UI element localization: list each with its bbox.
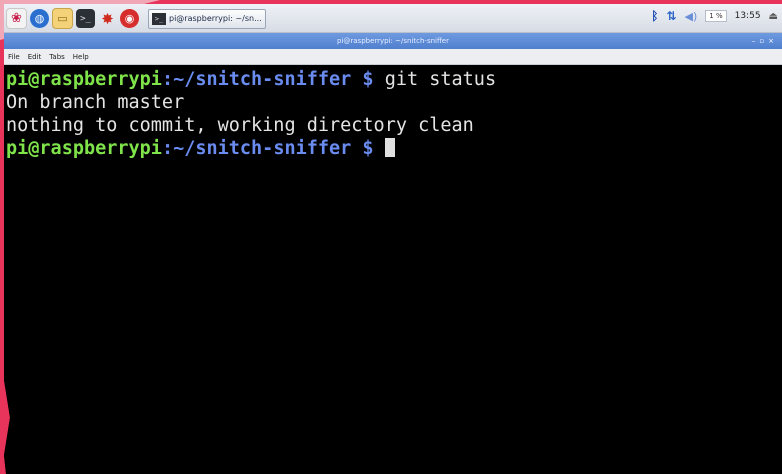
output-line: nothing to commit, working directory cle… — [6, 115, 474, 136]
clock[interactable]: 13:55 — [735, 11, 761, 21]
text-cursor — [384, 138, 395, 157]
window-title-bar[interactable]: pi@raspberrypi: ~/snitch-sniffer –▫× — [4, 33, 782, 49]
menu-edit[interactable]: Edit — [28, 53, 42, 61]
taskbar-terminal-window-button[interactable]: >_ pi@raspberrypi: ~/sn... — [148, 8, 266, 29]
prompt-user: pi@raspberrypi — [6, 69, 162, 90]
window-controls: –▫× — [752, 33, 778, 49]
prompt-path: :~/snitch-sniffer $ — [161, 138, 374, 159]
window-title: pi@raspberrypi: ~/snitch-sniffer — [337, 37, 449, 45]
file-manager-icon[interactable]: ▭ — [52, 8, 73, 29]
menu-help[interactable]: Help — [73, 53, 89, 61]
prompt-path: :~/snitch-sniffer $ — [161, 69, 374, 90]
wolfram-icon[interactable]: ◉ — [120, 9, 139, 28]
raspberry-menu-icon[interactable]: ❀ — [6, 8, 27, 29]
close-icon[interactable]: × — [768, 37, 778, 45]
terminal-output[interactable]: pi@raspberrypi:~/snitch-sniffer $ git st… — [4, 66, 782, 474]
menu-tabs[interactable]: Tabs — [49, 53, 65, 61]
mathematica-icon[interactable]: ✸ — [98, 9, 117, 28]
volume-icon[interactable]: ◀) — [685, 10, 698, 23]
web-browser-icon[interactable]: ◍ — [30, 9, 49, 28]
output-line: On branch master — [6, 92, 185, 113]
menu-file[interactable]: File — [8, 53, 20, 61]
menu-bar: File Edit Tabs Help — [4, 49, 782, 65]
cpu-monitor[interactable]: 1 % — [705, 10, 727, 22]
launcher-bar: ❀ ◍ ▭ >_ ✸ ◉ >_ pi@raspberrypi: ~/sn... — [6, 8, 266, 29]
system-tray: ᛒ ⇅ ◀) 1 % 13:55 ⏏ — [651, 9, 778, 23]
bluetooth-icon[interactable]: ᛒ — [651, 9, 658, 23]
network-icon[interactable]: ⇅ — [666, 9, 676, 23]
terminal-icon[interactable]: >_ — [76, 9, 95, 28]
terminal-icon: >_ — [152, 12, 166, 25]
command-text: git status — [373, 69, 497, 90]
screen: ❀ ◍ ▭ >_ ✸ ◉ >_ pi@raspberrypi: ~/sn... … — [4, 4, 782, 474]
taskbar: ❀ ◍ ▭ >_ ✸ ◉ >_ pi@raspberrypi: ~/sn... … — [4, 4, 782, 33]
maximize-icon[interactable]: ▫ — [759, 37, 768, 45]
task-button-label: pi@raspberrypi: ~/sn... — [169, 14, 262, 23]
prompt-user: pi@raspberrypi — [6, 138, 162, 159]
eject-icon[interactable]: ⏏ — [769, 11, 778, 22]
